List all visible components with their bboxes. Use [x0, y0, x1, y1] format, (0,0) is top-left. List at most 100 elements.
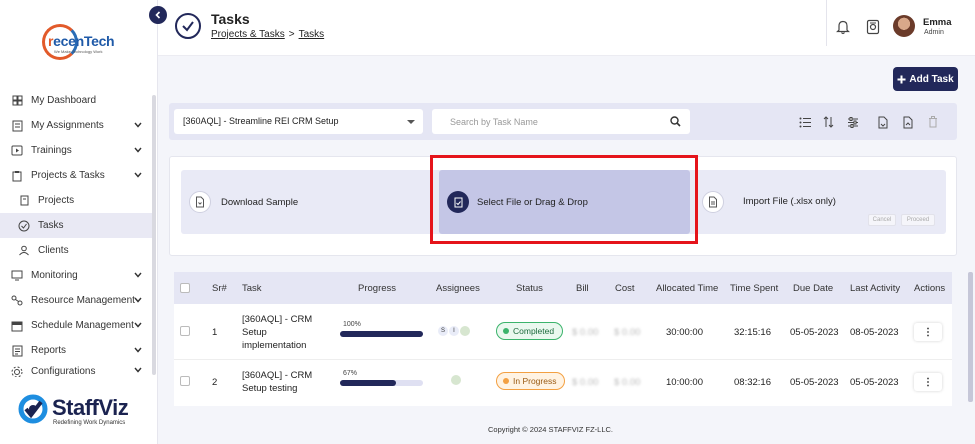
list-view-icon[interactable]: [798, 115, 812, 129]
row-progress-label: 100%: [343, 321, 361, 328]
table-header: Sr# Task Progress Assignees Status Bill …: [174, 272, 952, 304]
sidebar-item-label: Tasks: [38, 220, 64, 231]
sidebar-item-label: Projects & Tasks: [31, 170, 105, 181]
export-icon[interactable]: [900, 115, 914, 129]
table-scrollbar[interactable]: [968, 272, 973, 402]
staffviz-name: StaffViz: [52, 395, 129, 420]
sidebar-item-reports[interactable]: Reports: [0, 338, 154, 363]
column-header[interactable]: Last Activity: [850, 283, 900, 294]
sidebar-item-label: Resource Management: [31, 295, 135, 306]
column-header[interactable]: Due Date: [793, 283, 833, 294]
trash-icon[interactable]: [926, 115, 940, 129]
breadcrumb-tasks[interactable]: Tasks: [299, 29, 325, 40]
sidebar-item-my-dashboard[interactable]: My Dashboard: [0, 88, 154, 113]
add-task-button[interactable]: Add Task: [893, 67, 958, 91]
row-checkbox[interactable]: [180, 326, 190, 336]
row-sr: 1: [212, 327, 218, 338]
select-all-checkbox[interactable]: [180, 283, 190, 293]
row-task-name[interactable]: [360AQL] - CRM Setup testing: [242, 369, 322, 395]
table-row[interactable]: 1 [360AQL] - CRM Setup implementation 10…: [174, 304, 952, 360]
assignee-avatar[interactable]: [451, 375, 461, 385]
sidebar-item-my-assignments[interactable]: My Assignments: [0, 113, 154, 138]
import-file-icon[interactable]: [702, 191, 724, 213]
user-name: Emma: [923, 17, 952, 28]
sidebar-item-monitoring[interactable]: Monitoring: [0, 263, 154, 288]
select-file-label: Select File or Drag & Drop: [477, 197, 588, 208]
table-row[interactable]: 2 [360AQL] - CRM Setup testing 67% In Pr…: [174, 360, 952, 406]
column-header[interactable]: Status: [516, 283, 543, 294]
sidebar-item-label: Configurations: [31, 366, 96, 377]
sort-icon[interactable]: [821, 115, 835, 129]
project-select[interactable]: [360AQL] - Streamline REI CRM Setup: [174, 109, 423, 134]
import-icon[interactable]: [875, 115, 889, 129]
sidebar-item-trainings[interactable]: Trainings: [0, 138, 154, 163]
sidebar-item-schedule-management[interactable]: Schedule Management: [0, 313, 154, 338]
clients-icon: [18, 245, 30, 257]
sidebar-item-clients[interactable]: Clients: [0, 238, 154, 263]
trainings-icon: [11, 145, 23, 157]
sidebar-item-resource-management[interactable]: Resource Management: [0, 288, 154, 313]
search-input[interactable]: [432, 109, 662, 134]
screenshot-icon[interactable]: [866, 19, 880, 35]
file-drop-zone[interactable]: Select File or Drag & Drop: [439, 170, 690, 234]
assignee-avatar[interactable]: S: [438, 326, 448, 336]
chevron-down-icon: [134, 367, 142, 373]
filter-sliders-icon[interactable]: [846, 115, 860, 129]
row-checkbox[interactable]: [180, 376, 190, 386]
resource-icon: [11, 295, 23, 307]
sidebar-item-label: Trainings: [31, 145, 72, 156]
row-actions-button[interactable]: ⋮: [914, 323, 942, 341]
collapse-sidebar-button[interactable]: [149, 6, 167, 24]
projects-tasks-icon: [11, 170, 23, 182]
column-header[interactable]: Sr#: [212, 283, 227, 294]
tasks-check-icon: [175, 13, 201, 39]
breadcrumb: Projects & Tasks > Tasks: [211, 29, 324, 40]
avatar[interactable]: [893, 15, 915, 37]
cancel-button[interactable]: Cancel: [868, 214, 896, 226]
search-icon[interactable]: [670, 116, 681, 127]
row-time-spent: 32:15:16: [734, 327, 771, 338]
column-header[interactable]: Task: [242, 283, 262, 294]
file-upload-icon: [447, 191, 469, 213]
row-task-name[interactable]: [360AQL] - CRM Setup implementation: [242, 313, 322, 352]
row-cost: $ 0.00: [614, 327, 641, 338]
download-icon[interactable]: [189, 191, 211, 213]
chevron-down-icon: [134, 122, 142, 128]
assignee-avatar[interactable]: I: [449, 326, 459, 336]
progress-bar: [340, 380, 423, 386]
sidebar-scrollbar[interactable]: [152, 95, 156, 375]
company-logo: recenTech We Make Technology Work: [40, 22, 117, 62]
sidebar-item-label: Clients: [38, 245, 69, 256]
assignee-avatar[interactable]: [460, 326, 470, 336]
progress-fill: [340, 380, 396, 386]
column-header[interactable]: Time Spent: [730, 283, 778, 294]
column-header[interactable]: Progress: [358, 283, 396, 294]
chevron-down-icon: [134, 347, 142, 353]
configurations-icon: [11, 366, 23, 377]
sidebar-item-label: Reports: [31, 345, 67, 356]
column-header[interactable]: Allocated Time: [656, 283, 718, 294]
company-logo-text: recenTech: [48, 33, 115, 49]
breadcrumb-projects-tasks[interactable]: Projects & Tasks: [211, 29, 285, 40]
row-allocated-time: 30:00:00: [666, 327, 703, 338]
download-sample-link[interactable]: Download Sample: [221, 197, 298, 208]
column-header[interactable]: Cost: [615, 283, 635, 294]
row-actions-button[interactable]: ⋮: [914, 373, 942, 391]
bell-icon[interactable]: [836, 19, 850, 35]
filter-bar: [360AQL] - Streamline REI CRM Setup: [169, 103, 957, 140]
row-due-date: 05-05-2023: [790, 377, 839, 388]
column-header[interactable]: Assignees: [436, 283, 480, 294]
sidebar-item-tasks[interactable]: Tasks: [0, 213, 154, 238]
row-due-date: 05-05-2023: [790, 327, 839, 338]
column-header[interactable]: Actions: [914, 283, 945, 294]
sidebar-item-projects-tasks[interactable]: Projects & Tasks: [0, 163, 154, 188]
sidebar-item-projects[interactable]: Projects: [0, 188, 154, 213]
status-badge: Completed: [496, 322, 564, 340]
sidebar-item-configurations[interactable]: Configurations: [0, 363, 154, 377]
status-badge: In Progress: [496, 372, 566, 390]
column-header[interactable]: Bill: [576, 283, 589, 294]
proceed-button[interactable]: Proceed: [901, 214, 935, 226]
reports-icon: [11, 345, 23, 357]
status-text: In Progress: [513, 376, 557, 386]
sidebar-nav: My Dashboard My Assignments Trainings Pr…: [0, 88, 154, 377]
